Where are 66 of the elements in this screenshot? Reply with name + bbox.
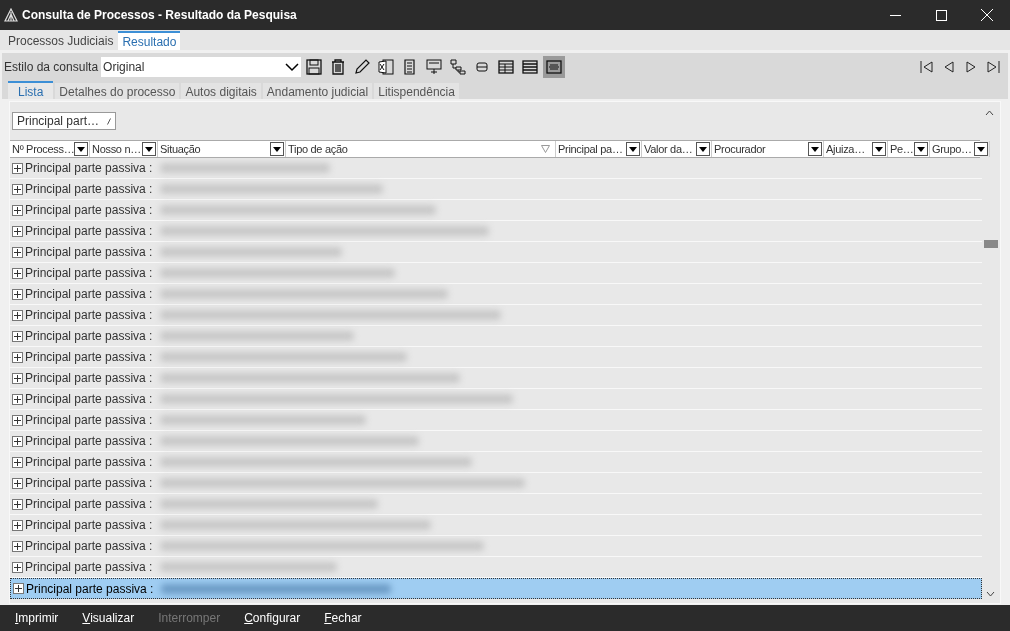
group-label: Principal parte passiva : [25,454,153,471]
column-header[interactable]: Situação [158,141,286,157]
group-row[interactable]: Principal parte passiva : [10,431,982,452]
action-button[interactable]: Fechar [324,609,362,627]
column-header[interactable]: Valor da… [642,141,712,157]
group-row[interactable]: Principal parte passiva : [10,515,982,536]
action-button[interactable]: Configurar [244,609,301,627]
group-label: Principal parte passiva : [25,349,153,366]
group-label: Principal parte passiva : [25,223,153,240]
group-label: Principal parte passiva : [25,370,153,387]
group-row[interactable]: Principal parte passiva : [10,494,982,515]
group-row[interactable]: Principal parte passiva : [10,305,982,326]
window-title: Consulta de Processos - Resultado da Pesquisa [22,7,297,24]
style-dropdown[interactable]: Original [101,57,302,77]
group-row[interactable]: Principal parte passiva : [10,179,982,200]
tab[interactable]: Autos digitais [181,83,261,99]
group-row[interactable]: Principal parte passiva : [10,536,982,557]
group-row[interactable]: Principal parte passiva : [10,263,982,284]
group-label: Principal parte passiva : [25,412,153,429]
tab[interactable]: Processos Judiciais [3,32,119,50]
group-label: Principal parte passiva : [25,538,153,555]
column-header[interactable]: Tipo de ação [286,141,556,157]
group-label: Principal parte passiva : [25,202,153,219]
group-row[interactable]: Principal parte passiva : [10,452,982,473]
group-row[interactable]: Principal parte passiva : [10,200,982,221]
group-row[interactable]: Principal parte passiva : [10,389,982,410]
group-label: Principal parte passiva : [25,391,153,408]
group-label: Principal parte passiva : [25,160,153,177]
group-label: Principal parte passiva : [25,286,153,303]
group-row[interactable]: Principal parte passiva : [10,347,982,368]
style-label: Estilo da consulta [4,59,99,76]
column-header[interactable]: Nosso n… [90,141,158,157]
tab[interactable]: Resultado [118,31,181,50]
group-label: Principal parte passiva : [25,244,153,261]
group-label: Principal parte passiva : [25,307,153,324]
group-row[interactable]: Principal parte passiva : [10,158,982,179]
group-label: Principal parte passiva : [25,181,153,198]
tab[interactable]: Litispendência [374,83,459,99]
group-row[interactable]: Principal parte passiva : [10,326,982,347]
group-label: Principal parte passiva : [25,475,153,492]
tab[interactable]: Lista [8,81,54,99]
group-label: Principal parte passiva : [25,265,153,282]
group-label: Principal parte passiva : [25,328,153,345]
tab[interactable]: Andamento judicial [262,83,373,99]
column-header[interactable]: Pe… [888,141,930,157]
column-header[interactable]: Ajuiza… [824,141,888,157]
group-row[interactable]: Principal parte passiva : [10,473,982,494]
column-header[interactable]: Nº Process… [10,141,90,157]
action-button[interactable]: Imprimir [15,609,59,627]
action-button[interactable]: Visualizar [82,609,135,627]
group-label: Principal parte passiva : [26,580,154,598]
group-label: Principal parte passiva : [25,559,153,576]
column-header[interactable]: Procurador [712,141,824,157]
column-header[interactable]: Grupo… [930,141,990,157]
group-row[interactable]: Principal parte passiva : [10,368,982,389]
group-by-chip[interactable]: Principal part… [12,112,117,130]
group-row[interactable]: Principal parte passiva : [10,221,982,242]
group-label: Principal parte passiva : [25,496,153,513]
tab[interactable]: Detalhes do processo [55,83,180,99]
group-row[interactable]: Principal parte passiva : [10,284,982,305]
group-row[interactable]: Principal parte passiva : [10,410,982,431]
group-label: Principal parte passiva : [25,517,153,534]
group-row[interactable]: Principal parte passiva : [10,242,982,263]
column-header[interactable]: Principal pa… [556,141,642,157]
group-row[interactable]: Principal parte passiva : [10,578,982,599]
group-label: Principal parte passiva : [25,433,153,450]
